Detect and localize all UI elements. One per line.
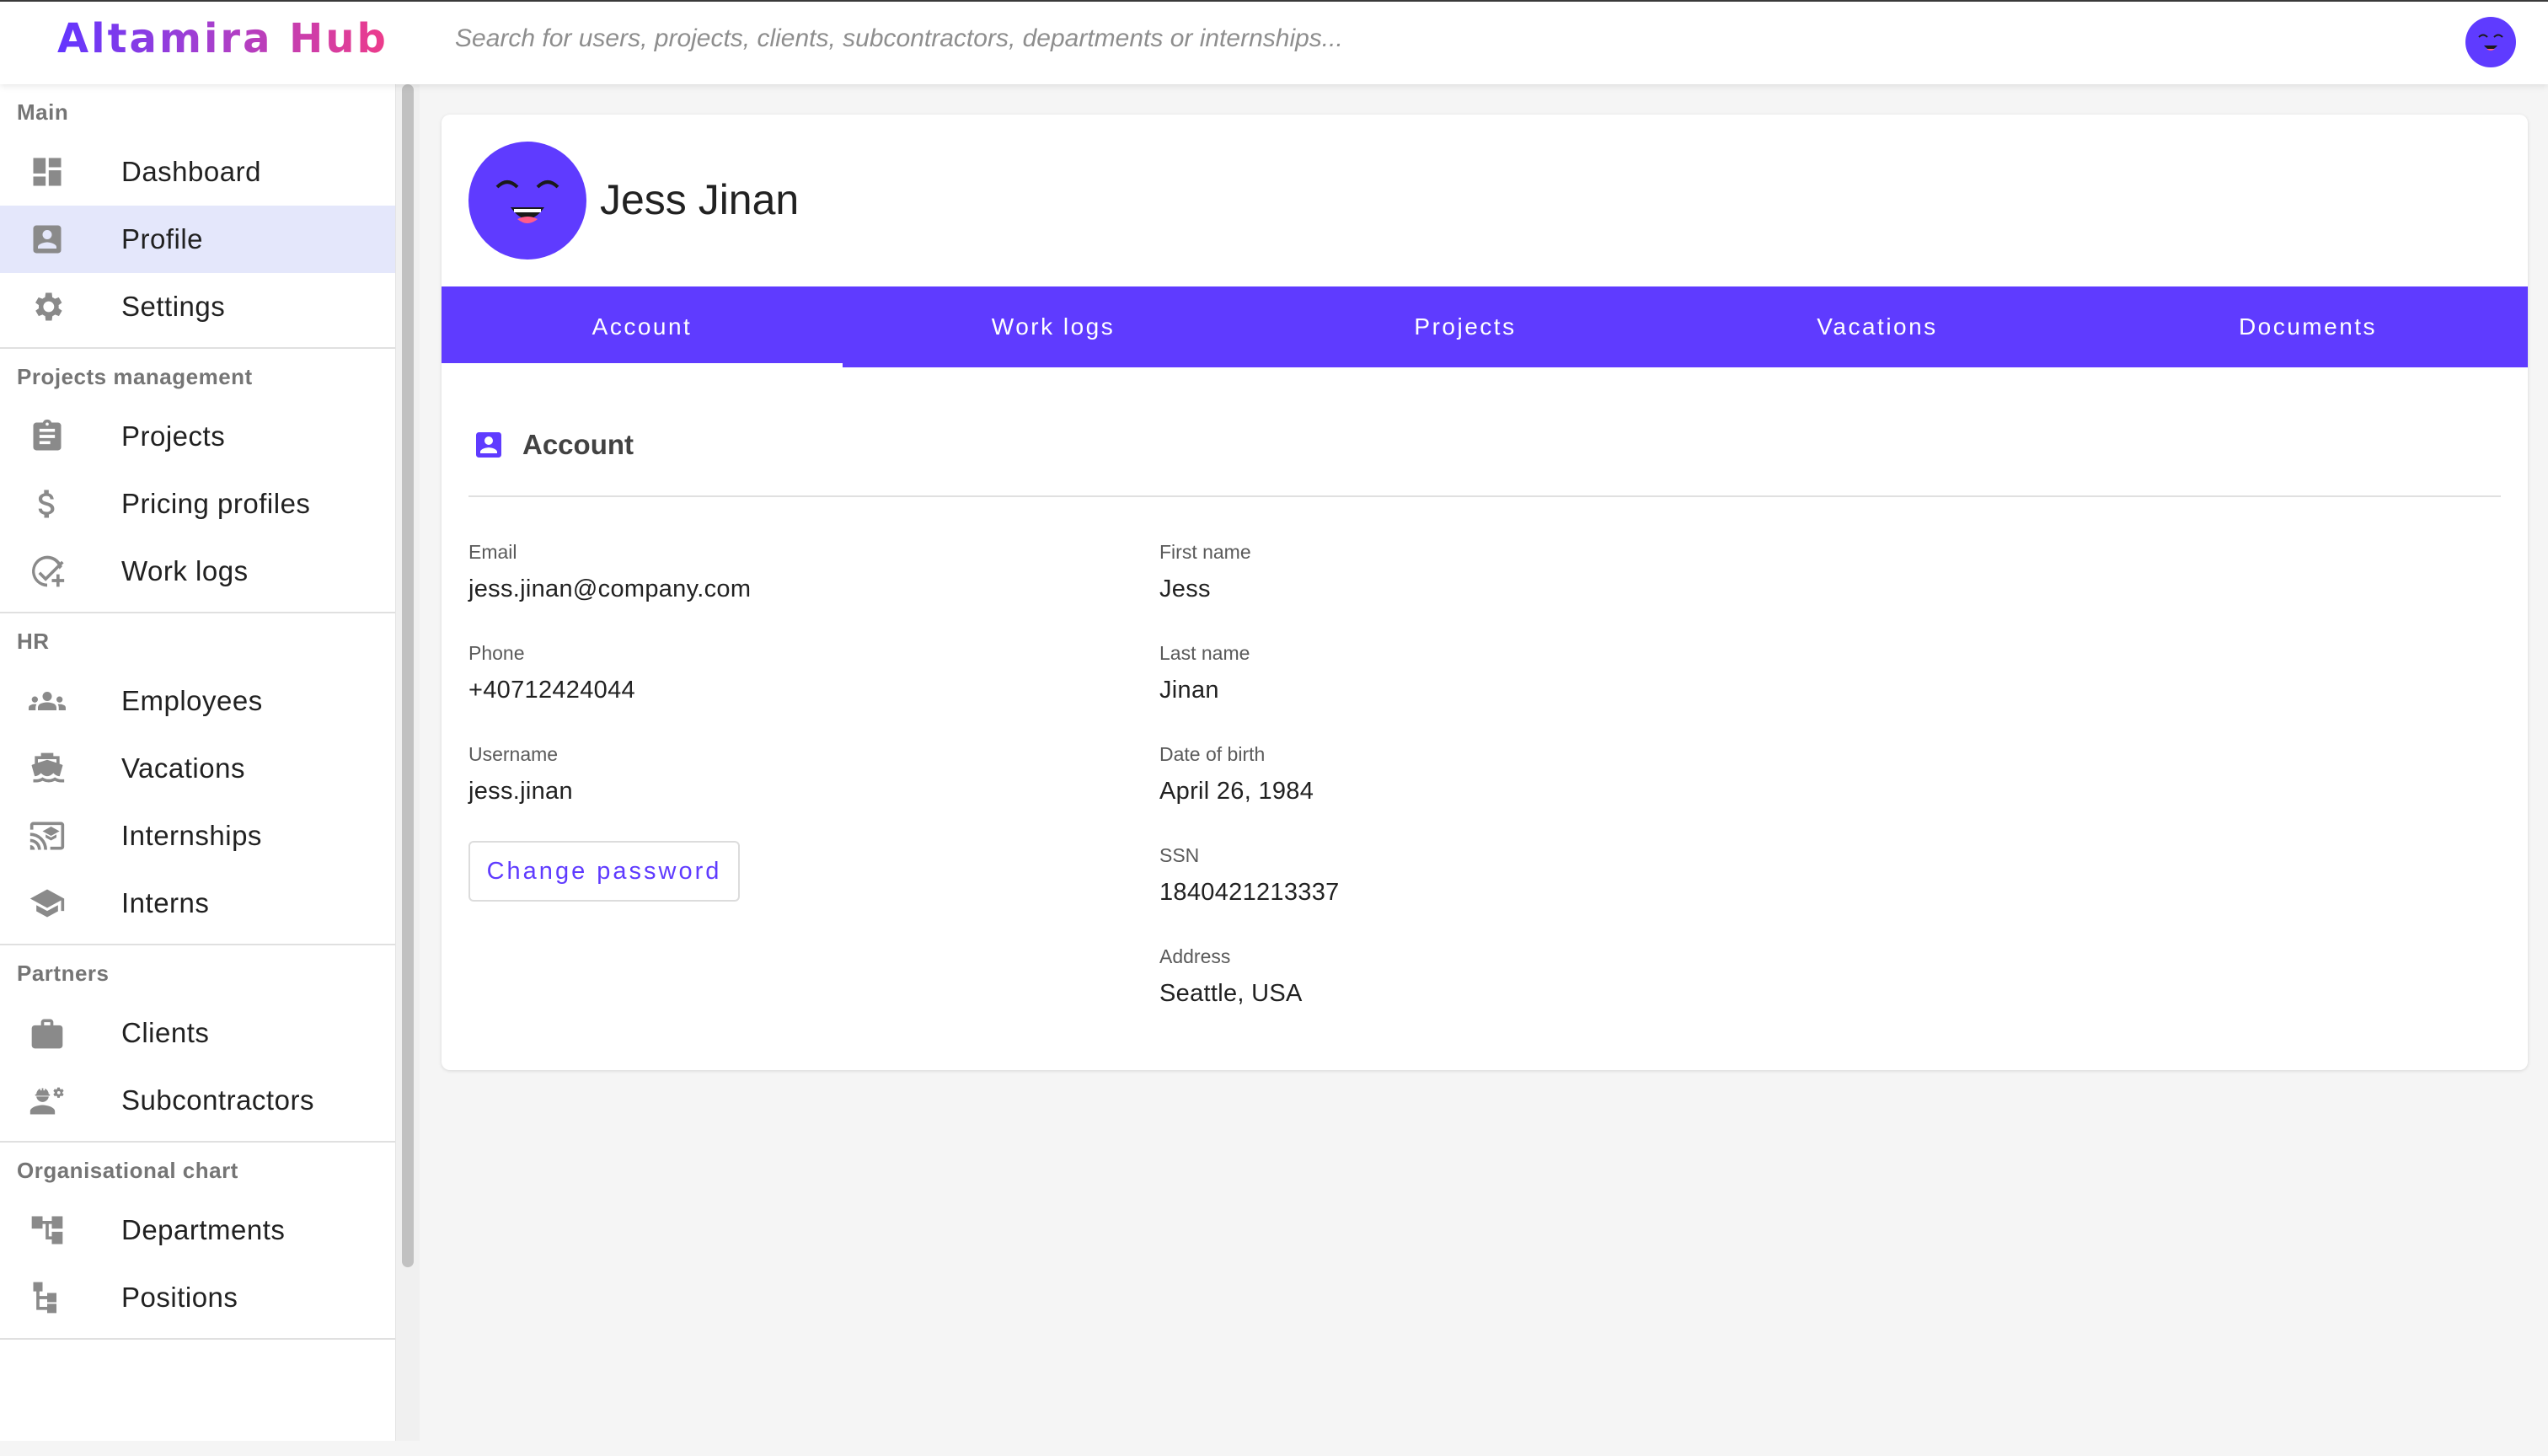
sidebar-item-label: Subcontractors	[121, 1084, 314, 1116]
sidebar-item-work-logs[interactable]: Work logs	[0, 538, 395, 605]
sidebar-section-title: HR	[17, 629, 50, 654]
sidebar-item-interns[interactable]: Interns	[0, 870, 395, 937]
field-value: jess.jinan@company.com	[468, 575, 752, 602]
sidebar-section-title: Main	[17, 99, 69, 125]
clipboard-icon	[29, 418, 66, 455]
sidebar-item-pricing-profiles[interactable]: Pricing profiles	[0, 470, 395, 538]
profile-header: Jess Jinan	[442, 115, 2528, 286]
sidebar-item-departments[interactable]: Departments	[0, 1196, 395, 1264]
sidebar-item-label: Settings	[121, 291, 226, 322]
sidebar-item-label: Dashboard	[121, 156, 261, 187]
sidebar-item-dashboard[interactable]: Dashboard	[0, 138, 395, 206]
sidebar-divider	[0, 1338, 395, 1340]
app-logo[interactable]: Altamira Hub	[57, 15, 388, 62]
sidebar-scrollbar-thumb[interactable]	[402, 84, 414, 1267]
sidebar-item-positions[interactable]: Positions	[0, 1264, 395, 1331]
sidebar-section-title: Organisational chart	[17, 1158, 238, 1183]
tab-work-logs[interactable]: Work logs	[843, 286, 1264, 367]
sidebar-item-internships[interactable]: Internships	[0, 802, 395, 870]
field-label: Username	[468, 743, 559, 765]
field-first-name: First name Jess	[1159, 541, 1251, 603]
field-ssn: SSN 1840421213337	[1159, 844, 1340, 907]
sidebar-item-label: Interns	[121, 887, 210, 918]
check-plus-icon	[29, 553, 66, 590]
profile-name: Jess Jinan	[600, 176, 800, 223]
sidebar-item-subcontractors[interactable]: Subcontractors	[0, 1067, 395, 1134]
sidebar-item-label: Projects	[121, 420, 226, 452]
sidebar-item-label: Employees	[121, 685, 263, 716]
field-label: Date of birth	[1159, 743, 1266, 765]
dollar-icon	[29, 485, 66, 522]
sidebar-item-label: Vacations	[121, 752, 245, 784]
field-phone: Phone +40712424044	[468, 642, 635, 704]
beach-icon	[29, 750, 66, 787]
sidebar-item-vacations[interactable]: Vacations	[0, 735, 395, 802]
graduation-cap-icon	[29, 885, 66, 922]
people-icon	[29, 682, 66, 720]
tree-icon	[29, 1212, 66, 1249]
search-input[interactable]	[455, 20, 1719, 57]
gear-icon	[29, 288, 66, 325]
hierarchy-icon	[29, 1279, 66, 1316]
tab-account[interactable]: Account	[442, 286, 843, 367]
sidebar-item-label: Pricing profiles	[121, 488, 311, 519]
sidebar-section-title: Partners	[17, 961, 110, 986]
cast-education-icon	[29, 817, 66, 854]
sidebar: Main Dashboard Profile Settings Projects…	[0, 84, 396, 1441]
sidebar-item-label: Clients	[121, 1017, 210, 1048]
profile-tabs: Account Work logs Projects Vacations Doc…	[442, 286, 2528, 367]
field-label: Last name	[1159, 642, 1250, 664]
field-value: Jess	[1159, 575, 1211, 602]
profile-icon	[29, 221, 66, 258]
field-value: Seattle, USA	[1159, 980, 1303, 1007]
field-last-name: Last name Jinan	[1159, 642, 1250, 704]
sidebar-item-label: Internships	[121, 820, 262, 851]
sidebar-item-employees[interactable]: Employees	[0, 667, 395, 735]
field-value: jess.jinan	[468, 778, 573, 805]
profile-card: Jess Jinan Account Work logs Projects Va…	[442, 115, 2528, 1070]
top-bar: Altamira Hub	[0, 0, 2548, 84]
field-value: +40712424044	[468, 677, 635, 704]
sidebar-item-projects[interactable]: Projects	[0, 403, 395, 470]
briefcase-icon	[29, 1014, 66, 1052]
field-value: April 26, 1984	[1159, 778, 1314, 805]
field-label: SSN	[1159, 844, 1200, 866]
account-section-header: Account	[472, 428, 634, 462]
tab-documents[interactable]: Documents	[2088, 286, 2528, 367]
field-date-of-birth: Date of birth April 26, 1984	[1159, 743, 1314, 806]
field-label: Phone	[468, 642, 525, 664]
user-avatar-icon[interactable]	[2465, 17, 2516, 67]
sidebar-item-label: Work logs	[121, 555, 249, 586]
sidebar-section-title: Projects management	[17, 364, 253, 389]
sidebar-item-clients[interactable]: Clients	[0, 999, 395, 1067]
dashboard-icon	[29, 153, 66, 190]
sidebar-item-label: Profile	[121, 223, 204, 254]
field-label: Email	[468, 541, 517, 563]
section-title: Account	[522, 429, 634, 460]
field-value: 1840421213337	[1159, 879, 1340, 906]
sidebar-item-label: Positions	[121, 1282, 238, 1313]
tab-vacations[interactable]: Vacations	[1667, 286, 2088, 367]
sidebar-item-settings[interactable]: Settings	[0, 273, 395, 340]
change-password-button[interactable]: Change password	[468, 841, 740, 902]
field-username: Username jess.jinan	[468, 743, 573, 806]
field-value: Jinan	[1159, 677, 1219, 704]
tab-projects[interactable]: Projects	[1264, 286, 1667, 367]
profile-avatar-icon	[468, 142, 586, 260]
field-address: Address Seattle, USA	[1159, 945, 1303, 1008]
section-divider	[468, 495, 2501, 497]
account-box-icon	[476, 432, 501, 458]
sidebar-item-label: Departments	[121, 1214, 286, 1245]
field-label: First name	[1159, 541, 1251, 563]
engineer-icon	[29, 1082, 66, 1119]
field-email: Email jess.jinan@company.com	[468, 541, 751, 603]
sidebar-item-profile[interactable]: Profile	[0, 206, 395, 273]
field-label: Address	[1159, 945, 1231, 967]
